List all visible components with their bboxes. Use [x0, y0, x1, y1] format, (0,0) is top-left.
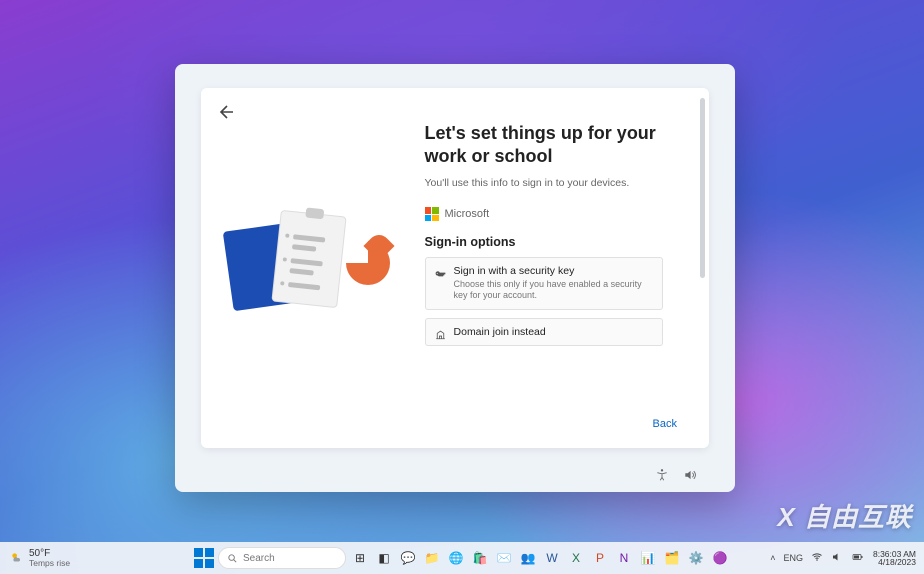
weather-desc: Temps rise — [29, 559, 70, 568]
speaker-icon[interactable] — [831, 551, 843, 565]
microsoft-label: Microsoft — [445, 208, 490, 220]
search-icon — [227, 553, 238, 564]
edge-icon[interactable]: 🌐 — [446, 548, 466, 568]
search-placeholder: Search — [243, 553, 275, 564]
clock[interactable]: 8:36:03 AM 4/18/2023 — [873, 550, 916, 567]
app-icon[interactable]: 📊 — [638, 548, 658, 568]
taskbar-center: Search ⊞ ◧ 💬 📁 🌐 🛍️ ✉️ 👥 W X P N 📊 🗂️ ⚙️… — [194, 547, 730, 569]
microsoft-logo-icon — [425, 207, 439, 221]
word-icon[interactable]: W — [542, 548, 562, 568]
weather-widget[interactable]: 50°F Temps rise — [0, 549, 80, 568]
language-indicator[interactable]: ENG — [783, 553, 803, 563]
weather-icon — [10, 551, 24, 565]
oobe-illustration — [228, 203, 398, 333]
file-explorer-icon[interactable]: 📁 — [422, 548, 442, 568]
arrow-left-icon — [213, 100, 237, 124]
domain-icon — [434, 329, 447, 342]
oobe-tray — [655, 468, 697, 482]
oobe-card: Let's set things up for your work or sch… — [201, 88, 709, 448]
scrollbar-thumb[interactable] — [700, 98, 705, 278]
store-icon[interactable]: 🛍️ — [470, 548, 490, 568]
option-desc: Choose this only if you have enabled a s… — [454, 279, 652, 302]
option-security-key[interactable]: Sign in with a security key Choose this … — [425, 257, 663, 310]
signin-options-title: Sign-in options — [425, 235, 681, 249]
task-view-icon[interactable]: ⊞ — [350, 548, 370, 568]
start-button[interactable] — [194, 548, 214, 568]
app-icon-3[interactable]: ⚙️ — [686, 548, 706, 568]
powerpoint-icon[interactable]: P — [590, 548, 610, 568]
option-title: Domain join instead — [454, 326, 652, 338]
key-icon — [434, 268, 447, 281]
chat-icon[interactable]: 💬 — [398, 548, 418, 568]
illustration-panel — [201, 88, 425, 448]
accessibility-icon[interactable] — [655, 468, 669, 482]
tray-chevron-icon[interactable]: ˄ — [770, 553, 775, 563]
wifi-icon[interactable] — [811, 551, 823, 565]
battery-icon[interactable] — [851, 551, 865, 565]
back-arrow-button[interactable] — [213, 100, 237, 124]
option-domain-join[interactable]: Domain join instead — [425, 318, 663, 346]
content-panel: Let's set things up for your work or sch… — [425, 88, 709, 448]
back-button[interactable]: Back — [645, 414, 685, 434]
taskbar-right: ˄ ENG 8:36:03 AM 4/18/2023 — [770, 550, 924, 567]
onenote-icon[interactable]: N — [614, 548, 634, 568]
oobe-window: Let's set things up for your work or sch… — [175, 64, 735, 492]
volume-icon[interactable] — [683, 468, 697, 482]
teams-icon[interactable]: 👥 — [518, 548, 538, 568]
clock-date: 4/18/2023 — [873, 558, 916, 567]
mail-icon[interactable]: ✉️ — [494, 548, 514, 568]
search-box[interactable]: Search — [218, 547, 346, 569]
microsoft-brand: Microsoft — [425, 207, 681, 221]
app-icon-2[interactable]: 🗂️ — [662, 548, 682, 568]
page-subtext: You'll use this info to sign in to your … — [425, 177, 681, 189]
app-icon-4[interactable]: 🟣 — [710, 548, 730, 568]
page-heading: Let's set things up for your work or sch… — [425, 122, 681, 167]
widgets-icon[interactable]: ◧ — [374, 548, 394, 568]
excel-icon[interactable]: X — [566, 548, 586, 568]
option-title: Sign in with a security key — [454, 265, 652, 277]
taskbar: 50°F Temps rise Search ⊞ ◧ 💬 📁 🌐 🛍️ ✉️ 👥… — [0, 542, 924, 574]
